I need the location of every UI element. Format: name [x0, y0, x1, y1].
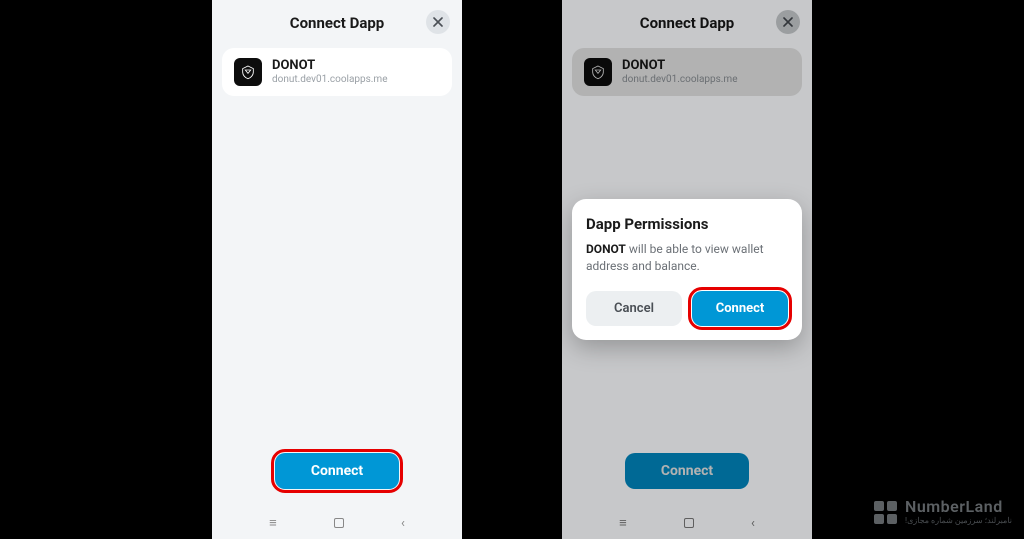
permissions-overlay: Dapp Permissions DONOT will be able to v… — [562, 0, 812, 539]
connect-wrap: Connect — [212, 453, 462, 505]
cancel-button[interactable]: Cancel — [586, 291, 682, 326]
permissions-dialog: Dapp Permissions DONOT will be able to v… — [572, 199, 802, 340]
watermark-logo-icon — [874, 501, 897, 524]
dapp-name: DONOT — [272, 58, 388, 74]
shield-triangle-icon — [240, 64, 256, 80]
permissions-title: Dapp Permissions — [586, 215, 788, 233]
system-nav-bar: ≡ ‹ — [212, 505, 462, 539]
dapp-text: DONOT donut.dev01.coolapps.me — [272, 58, 388, 86]
header-title: Connect Dapp — [290, 14, 384, 32]
watermark-sub: نامبرلند؛ سرزمین شماره مجازی! — [905, 517, 1012, 525]
watermark: NumberLand نامبرلند؛ سرزمین شماره مجازی! — [874, 499, 1012, 525]
close-button[interactable] — [426, 10, 450, 34]
watermark-text: NumberLand نامبرلند؛ سرزمین شماره مجازی! — [905, 499, 1012, 525]
nav-home-icon[interactable] — [334, 518, 344, 528]
dapp-app-icon — [234, 58, 262, 86]
phone-right: Connect Dapp DONOT donut.dev01.coolapps.… — [562, 0, 812, 539]
dapp-card[interactable]: DONOT donut.dev01.coolapps.me — [222, 48, 452, 96]
permissions-description: DONOT will be able to view wallet addres… — [586, 241, 788, 275]
permissions-app-name: DONOT — [586, 242, 626, 256]
nav-recents-icon[interactable]: ≡ — [269, 515, 277, 531]
dapp-domain: donut.dev01.coolapps.me — [272, 74, 388, 86]
close-icon — [433, 17, 443, 27]
spacer — [212, 96, 462, 453]
permissions-connect-button[interactable]: Connect — [692, 291, 788, 326]
phones-container: Connect Dapp DONOT donut.dev01.coolapps.… — [212, 0, 812, 539]
phone-left: Connect Dapp DONOT donut.dev01.coolapps.… — [212, 0, 462, 539]
connect-button[interactable]: Connect — [275, 453, 399, 489]
permissions-buttons: Cancel Connect — [586, 291, 788, 326]
header: Connect Dapp — [212, 0, 462, 44]
watermark-brand: NumberLand — [905, 499, 1012, 515]
nav-back-icon[interactable]: ‹ — [401, 516, 405, 531]
